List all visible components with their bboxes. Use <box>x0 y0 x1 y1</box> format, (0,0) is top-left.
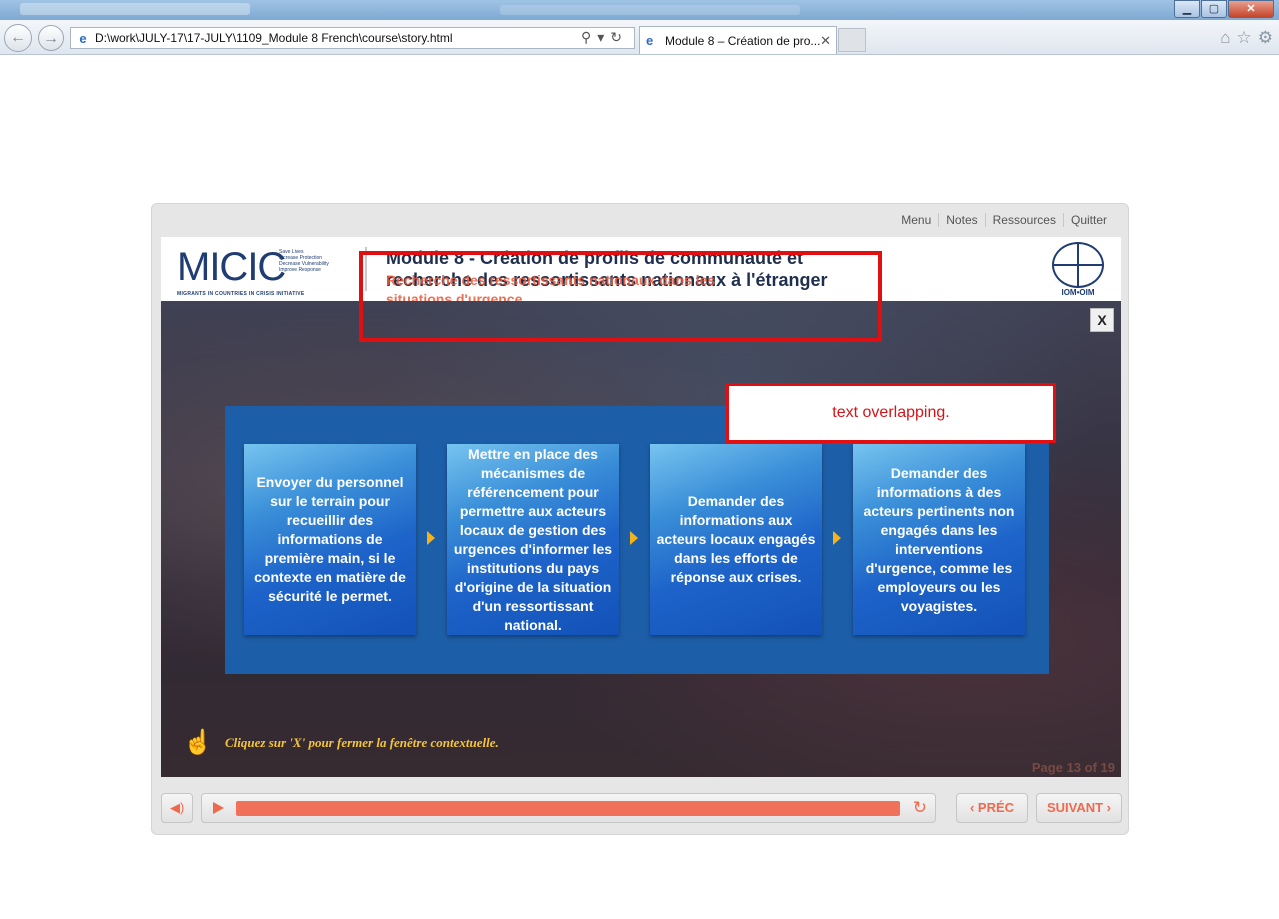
replay-icon[interactable]: ↻ <box>913 799 927 817</box>
logo-text: MICIC <box>177 245 286 289</box>
next-button[interactable]: SUIVANT › <box>1036 793 1122 823</box>
step-card-2: Mettre en place des mécanismes de référe… <box>447 444 619 635</box>
forward-arrow-icon: → <box>43 30 59 47</box>
refresh-icon[interactable]: ↻ <box>610 29 628 45</box>
iom-label: IOM•OIM <box>1061 288 1095 297</box>
player-top-menu: Menu Notes Ressources Quitter <box>894 213 1114 227</box>
dropdown-icon[interactable]: ▾ <box>597 29 610 45</box>
resources-link[interactable]: Ressources <box>984 213 1063 227</box>
step-card-3: Demander des informations aux acteurs lo… <box>650 444 822 635</box>
maximize-button[interactable]: ▢ <box>1201 0 1227 18</box>
play-button[interactable] <box>213 802 224 814</box>
window-titlebar: ▁ ▢ ✕ <box>0 0 1279 20</box>
annotation-text: text overlapping. <box>832 404 950 421</box>
notes-link[interactable]: Notes <box>938 213 984 227</box>
minimize-button[interactable]: ▁ <box>1174 0 1200 18</box>
arrow-right-icon <box>427 531 435 545</box>
volume-button[interactable]: ◀) <box>161 793 193 823</box>
tab-close-icon[interactable]: ✕ <box>820 33 831 49</box>
logo-bar-text: MIGRANTS IN COUNTRIES IN CRISIS INITIATI… <box>177 291 305 297</box>
arrow-right-icon <box>630 531 638 545</box>
micic-logo: MICIC Save Lives Increase Protection Dec… <box>177 245 349 297</box>
step-card-1: Envoyer du personnel sur le terrain pour… <box>244 444 416 635</box>
back-arrow-icon: ← <box>10 29 26 46</box>
forward-button[interactable]: → <box>38 25 64 51</box>
prev-button[interactable]: ‹ PRÉC <box>956 793 1028 823</box>
ie-page-icon: e <box>79 31 87 46</box>
arrow-right-icon <box>833 531 841 545</box>
back-button[interactable]: ← <box>4 24 32 52</box>
iom-globe-icon <box>1052 242 1104 288</box>
settings-gear-icon[interactable]: ⚙ <box>1258 28 1273 48</box>
quit-link[interactable]: Quitter <box>1062 213 1114 227</box>
close-hint: ☝ Cliquez sur 'X' pour fermer la fenêtre… <box>183 728 499 757</box>
tagline-line: Improve Response <box>279 267 321 273</box>
window-controls: ▁ ▢ ✕ <box>1173 0 1274 18</box>
logo-tagline: Save Lives Increase Protection Decrease … <box>279 249 349 273</box>
iom-logo: IOM•OIM <box>1051 242 1105 300</box>
tab-title: Module 8 – Création de pro... <box>665 34 821 48</box>
page-indicator: Page 13 of 19 <box>1031 760 1115 775</box>
annotation-box-note: text overlapping. <box>726 383 1056 443</box>
seekbar: ↻ <box>201 793 936 823</box>
annotation-box-title <box>359 251 882 342</box>
new-tab-button[interactable] <box>838 28 866 52</box>
close-window-button[interactable]: ✕ <box>1228 0 1274 18</box>
favorites-star-icon[interactable]: ☆ <box>1237 28 1252 48</box>
home-icon[interactable]: ⌂ <box>1220 28 1230 48</box>
blurred-title <box>20 3 250 15</box>
step-card-4: Demander des informations à des acteurs … <box>853 444 1025 635</box>
popup-panel: Envoyer du personnel sur le terrain pour… <box>225 406 1049 674</box>
address-tools[interactable]: ⚲▾↻ <box>581 29 628 46</box>
menu-link[interactable]: Menu <box>894 213 938 227</box>
close-popup-button[interactable]: X <box>1090 308 1114 332</box>
blurred-title-extra <box>500 5 800 15</box>
seekbar-progress[interactable] <box>236 801 900 816</box>
address-url: D:\work\JULY-17\17-JULY\1109_Module 8 Fr… <box>95 31 453 45</box>
browser-navbar: ← → e D:\work\JULY-17\17-JULY\1109_Modul… <box>0 20 1279 55</box>
hint-text: Cliquez sur 'X' pour fermer la fenêtre c… <box>225 734 499 750</box>
ie-tab-icon: e <box>646 33 654 48</box>
browser-tab[interactable]: e Module 8 – Création de pro... ✕ <box>639 26 837 54</box>
address-bar[interactable]: e D:\work\JULY-17\17-JULY\1109_Module 8 … <box>70 27 635 49</box>
browser-toolbar-icons: ⌂ ☆ ⚙ <box>1220 28 1273 48</box>
speaker-icon: ◀) <box>170 800 185 815</box>
pointer-hand-icon: ☝ <box>183 729 213 756</box>
search-icon[interactable]: ⚲ <box>581 29 597 45</box>
